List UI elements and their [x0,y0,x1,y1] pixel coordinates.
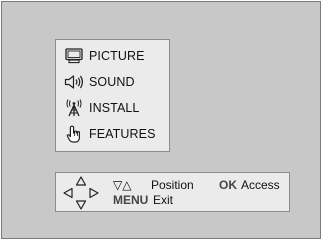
menu-item-install[interactable]: INSTALL [64,97,140,119]
menu-item-label: SOUND [89,75,135,89]
main-menu-panel: PICTURE SOUND INSTALL FEATURES [55,39,170,152]
position-label: Position [151,178,194,192]
dpad-icon [63,176,99,215]
hand-pointer-icon [64,125,84,143]
menu-item-label: PICTURE [89,49,145,63]
menu-item-label: FEATURES [89,127,156,141]
tv-screen-icon [64,47,84,65]
up-down-arrows-hint: ▽△ [113,178,132,192]
menu-item-picture[interactable]: PICTURE [64,45,145,67]
speaker-icon [64,73,84,91]
access-label: Access [241,178,280,192]
menu-item-features[interactable]: FEATURES [64,123,156,145]
tv-screen: PICTURE SOUND INSTALL FEATURES ▽△ Positi… [1,1,321,239]
exit-label: Exit [153,193,174,207]
menu-key-label: MENU [113,193,149,207]
help-bar: ▽△ Position OK Access MENU Exit [55,172,290,212]
ok-key-label: OK [219,178,237,192]
antenna-icon [64,99,84,117]
menu-item-sound[interactable]: SOUND [64,71,135,93]
menu-item-label: INSTALL [89,101,140,115]
